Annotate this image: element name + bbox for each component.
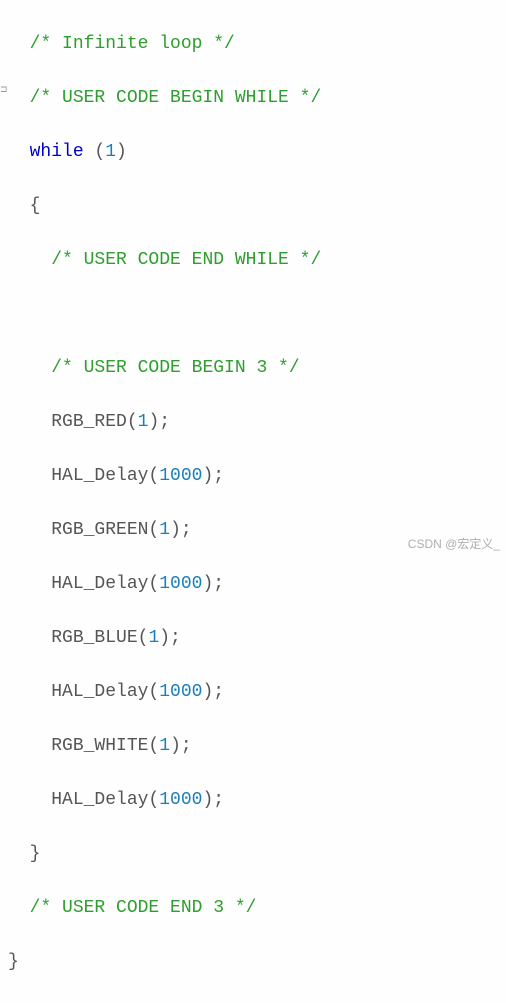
number-literal: 1000	[159, 790, 202, 810]
number-literal: 1000	[159, 466, 202, 486]
fn-call: RGB_RED(	[51, 412, 137, 432]
watermark-text: CSDN @宏定义_	[408, 535, 500, 553]
fn-call: HAL_Delay(	[51, 574, 159, 594]
line-end: );	[202, 682, 224, 702]
paren: (	[84, 142, 106, 162]
comment-text: /* USER CODE BEGIN WHILE */	[30, 88, 322, 108]
fn-call: RGB_WHITE(	[51, 736, 159, 756]
code-line: }	[8, 841, 506, 868]
line-end: );	[202, 574, 224, 594]
fn-call: HAL_Delay(	[51, 682, 159, 702]
brace: }	[30, 844, 41, 864]
code-line: /* USER CODE BEGIN WHILE */	[8, 85, 506, 112]
code-line: /* USER CODE END 3 */	[8, 895, 506, 922]
line-end: );	[202, 790, 224, 810]
code-line: }	[8, 949, 506, 976]
brace: {	[30, 196, 41, 216]
line-end: );	[159, 628, 181, 648]
number-literal: 1000	[159, 682, 202, 702]
code-line: while (1)	[8, 139, 506, 166]
line-end: );	[170, 736, 192, 756]
fn-call: RGB_GREEN(	[51, 520, 159, 540]
code-line: RGB_BLUE(1);	[8, 625, 506, 652]
keyword-while: while	[30, 142, 84, 162]
code-line: HAL_Delay(1000);	[8, 571, 506, 598]
paren: )	[116, 142, 127, 162]
code-block: /* Infinite loop */ /* USER CODE BEGIN W…	[0, 0, 506, 1003]
number-literal: 1000	[159, 574, 202, 594]
code-line: /* USER CODE END WHILE */	[8, 247, 506, 274]
brace: }	[8, 952, 19, 972]
code-line: /* Infinite loop */	[8, 31, 506, 58]
comment-text: /* USER CODE END WHILE */	[51, 250, 321, 270]
fn-call: HAL_Delay(	[51, 466, 159, 486]
line-end: );	[202, 466, 224, 486]
code-line: HAL_Delay(1000);	[8, 787, 506, 814]
comment-text: /* USER CODE END 3 */	[30, 898, 257, 918]
code-line: /* USER CODE BEGIN 3 */	[8, 355, 506, 382]
fn-call: HAL_Delay(	[51, 790, 159, 810]
number-literal: 1	[159, 520, 170, 540]
code-line: RGB_RED(1);	[8, 409, 506, 436]
number-literal: 1	[105, 142, 116, 162]
code-line: RGB_WHITE(1);	[8, 733, 506, 760]
comment-text: /* Infinite loop */	[30, 34, 235, 54]
line-end: );	[148, 412, 170, 432]
code-line: HAL_Delay(1000);	[8, 463, 506, 490]
fn-call: RGB_BLUE(	[51, 628, 148, 648]
number-literal: 1	[148, 628, 159, 648]
line-end: );	[170, 520, 192, 540]
number-literal: 1	[138, 412, 149, 432]
comment-text: /* USER CODE BEGIN 3 */	[51, 358, 299, 378]
number-literal: 1	[159, 736, 170, 756]
code-line: {	[8, 193, 506, 220]
gutter-mark: ⊐	[0, 86, 8, 95]
code-line	[8, 301, 506, 328]
code-line: HAL_Delay(1000);	[8, 679, 506, 706]
